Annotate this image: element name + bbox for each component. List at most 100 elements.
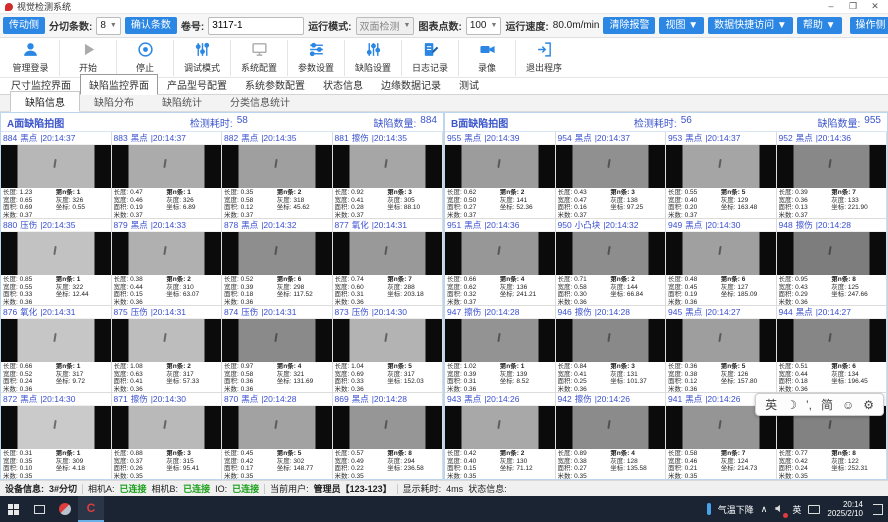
defect-cell[interactable]: 879黑点|20:14:33 长度: 0.38 宽度: 0.44 面积: 0.1… xyxy=(112,219,223,306)
defect-cell[interactable]: 953黑点|20:14:37 长度: 0.55 宽度: 0.40 面积: 0.2… xyxy=(666,132,777,219)
length-label: 长度: xyxy=(668,450,683,457)
coord-label: 坐标: xyxy=(56,204,71,211)
system-config-button[interactable]: 系统配置 xyxy=(230,40,287,76)
start-button[interactable]: 开始 xyxy=(59,40,116,76)
defect-cell[interactable]: 950小凸块|20:14:32 长度: 0.71 宽度: 0.58 面积: 0.… xyxy=(556,219,667,306)
start-button[interactable] xyxy=(0,496,26,522)
close-button[interactable]: ✕ xyxy=(864,0,886,13)
maximize-button[interactable]: ❐ xyxy=(842,0,864,13)
width-label: 宽度: xyxy=(3,284,18,291)
gray-value: 318 xyxy=(293,197,304,204)
defect-cell[interactable]: 871擦伤|20:14:30 长度: 0.88 宽度: 0.37 面积: 0.2… xyxy=(112,393,223,480)
stop-button[interactable]: 停止 xyxy=(116,40,173,76)
admin-login-button[interactable]: 管理登录 xyxy=(2,40,59,76)
meter-value: 0.35 xyxy=(685,473,698,480)
defect-cell[interactable]: 955黑点|20:14:39 长度: 0.62 宽度: 0.50 面积: 0.2… xyxy=(445,132,556,219)
defect-cell[interactable]: 943黑点|20:14:26 长度: 0.42 宽度: 0.40 面积: 0.1… xyxy=(445,393,556,480)
confirm-strips-button[interactable]: 确认条数 xyxy=(125,17,177,34)
defect-cell[interactable]: 945黑点|20:14:27 长度: 0.36 宽度: 0.38 面积: 0.1… xyxy=(666,306,777,393)
strip-value: 2 xyxy=(187,276,191,283)
gray-value: 294 xyxy=(404,458,415,465)
view-menu-button[interactable]: 视图 ▼ xyxy=(659,17,704,34)
strip-value: 6 xyxy=(298,276,302,283)
defect-cell[interactable]: 878黑点|20:14:32 长度: 0.52 宽度: 0.39 面积: 0.1… xyxy=(222,219,333,306)
defect-cell[interactable]: 884黑点|20:14:37 长度: 1.23 宽度: 0.65 面积: 0.6… xyxy=(1,132,112,219)
subtab-defect-distribution[interactable]: 缺陷分布 xyxy=(80,92,148,111)
ime-settings-gear-icon[interactable]: ⚙ xyxy=(863,398,874,412)
chart-points-select[interactable]: 100▼ xyxy=(466,17,502,35)
data-access-menu-button[interactable]: 数据快捷访问 ▼ xyxy=(708,17,793,34)
tab-status-info[interactable]: 状态信息 xyxy=(314,74,372,94)
defect-cell[interactable]: 873压伤|20:14:30 长度: 1.04 宽度: 0.69 面积: 0.3… xyxy=(333,306,444,393)
width-value: 0.46 xyxy=(685,458,698,465)
gray-value: 125 xyxy=(848,284,859,291)
defect-cell[interactable]: 874压伤|20:14:31 长度: 0.97 宽度: 0.58 面积: 0.3… xyxy=(222,306,333,393)
defect-cell[interactable]: 944黑点|20:14:27 长度: 0.51 宽度: 0.44 面积: 0.1… xyxy=(777,306,888,393)
detection-app-button[interactable]: C xyxy=(78,496,104,522)
defect-cell[interactable]: 875压伤|20:14:31 长度: 1.08 宽度: 0.63 面积: 0.4… xyxy=(112,306,223,393)
tab-system-params[interactable]: 系统参数配置 xyxy=(236,74,314,94)
strip-value: 8 xyxy=(852,450,856,457)
ime-punctuation-toggle[interactable]: ’, xyxy=(806,398,812,412)
log-button[interactable]: 日志记录 xyxy=(401,40,458,76)
subtab-class-stats[interactable]: 分类信息统计 xyxy=(216,92,304,111)
subtab-defect-info[interactable]: 缺陷信息 xyxy=(10,91,80,112)
defect-settings-button[interactable]: 缺陷设置 xyxy=(344,40,401,76)
defect-cell[interactable]: 872黑点|20:14:30 长度: 0.31 宽度: 0.35 面积: 0.1… xyxy=(1,393,112,480)
meter-label: 米数: xyxy=(558,212,573,219)
defect-cell[interactable]: 951黑点|20:14:36 长度: 0.66 宽度: 0.62 面积: 0.3… xyxy=(445,219,556,306)
tab-test[interactable]: 测试 xyxy=(450,74,488,94)
defect-cell[interactable]: 881擦伤|20:14:35 长度: 0.92 宽度: 0.41 面积: 0.2… xyxy=(333,132,444,219)
defect-cell-title: 878黑点|20:14:32 xyxy=(222,219,332,232)
defect-cell[interactable]: 949黑点|20:14:30 长度: 0.48 宽度: 0.45 面积: 0.1… xyxy=(666,219,777,306)
debug-mode-button[interactable]: 调试模式 xyxy=(173,40,230,76)
record-button[interactable]: 录像 xyxy=(458,40,515,76)
defect-cell[interactable]: 880压伤|20:14:35 长度: 0.85 宽度: 0.55 面积: 0.3… xyxy=(1,219,112,306)
ime-simplified-toggle[interactable]: 简 xyxy=(821,396,833,413)
param-settings-button[interactable]: 参数设置 xyxy=(287,40,344,76)
defect-cell[interactable]: 952黑点|20:14:36 长度: 0.39 宽度: 0.36 面积: 0.1… xyxy=(777,132,888,219)
defect-cell[interactable]: 947擦伤|20:14:28 长度: 1.02 宽度: 0.39 面积: 0.3… xyxy=(445,306,556,393)
weather-text[interactable]: 气温下降 xyxy=(718,503,754,516)
operator-side-button[interactable]: 操作侧 xyxy=(850,17,888,34)
volume-icon[interactable] xyxy=(774,503,785,516)
defect-cell[interactable]: 869黑点|20:14:28 长度: 0.57 宽度: 0.49 面积: 0.2… xyxy=(333,393,444,480)
defect-mark xyxy=(274,420,277,429)
exit-button[interactable]: 退出程序 xyxy=(515,40,572,76)
defect-cell-title: 877氧化|20:14:31 xyxy=(333,219,443,232)
defect-id: 880 xyxy=(3,220,17,230)
tab-edge-data[interactable]: 边缘数据记录 xyxy=(372,74,450,94)
ime-language-indicator[interactable]: 英 xyxy=(792,503,801,516)
clear-alarm-button[interactable]: 清除报警 xyxy=(603,17,655,34)
gray-label: 灰度: xyxy=(831,371,846,378)
gray-label: 灰度: xyxy=(277,284,292,291)
keyboard-icon[interactable] xyxy=(808,505,820,514)
defect-cell[interactable]: 877氧化|20:14:31 长度: 0.74 宽度: 0.60 面积: 0.3… xyxy=(333,219,444,306)
defect-cell[interactable]: 883黑点|20:14:37 长度: 0.47 宽度: 0.46 面积: 0.1… xyxy=(112,132,223,219)
ime-lang-toggle[interactable]: 英 xyxy=(765,396,777,413)
defect-type: 氧化 xyxy=(20,307,37,317)
action-center-icon[interactable] xyxy=(873,504,883,515)
input-app-button[interactable] xyxy=(52,496,78,522)
defect-type: 黑点 xyxy=(796,307,813,317)
defect-cell[interactable]: 946擦伤|20:14:28 长度: 0.84 宽度: 0.41 面积: 0.2… xyxy=(556,306,667,393)
defect-cell[interactable]: 942擦伤|20:14:26 长度: 0.89 宽度: 0.38 面积: 0.2… xyxy=(556,393,667,480)
minimize-button[interactable]: – xyxy=(820,0,842,13)
defect-cell[interactable]: 870黑点|20:14:28 长度: 0.45 宽度: 0.42 面积: 0.1… xyxy=(222,393,333,480)
roll-number-input[interactable] xyxy=(208,17,304,35)
ime-emoji-icon[interactable]: ☺ xyxy=(842,398,854,412)
defect-cell[interactable]: 948擦伤|20:14:28 长度: 0.95 宽度: 0.43 面积: 0.2… xyxy=(777,219,888,306)
drive-side-button[interactable]: 传动侧 xyxy=(3,17,45,34)
defect-cell[interactable]: 882黑点|20:14:35 长度: 0.35 宽度: 0.58 面积: 0.1… xyxy=(222,132,333,219)
strip-count-select[interactable]: 8▼ xyxy=(96,17,121,35)
subtab-defect-stats[interactable]: 缺陷统计 xyxy=(148,92,216,111)
ime-halfwidth-moon-icon[interactable]: ☽ xyxy=(786,398,797,412)
task-view-button[interactable] xyxy=(26,496,52,522)
tab-product-config[interactable]: 产品型号配置 xyxy=(158,74,236,94)
clock[interactable]: 20:14 2025/2/10 xyxy=(827,500,863,518)
tray-expand-arrow[interactable]: ∧ xyxy=(761,504,768,515)
defect-cell[interactable]: 876氧化|20:14:31 长度: 0.66 宽度: 0.52 面积: 0.2… xyxy=(1,306,112,393)
help-menu-button[interactable]: 帮助 ▼ xyxy=(797,17,842,34)
run-mode-select[interactable]: 双面检测▼ xyxy=(356,17,415,35)
defect-cell[interactable]: 954黑点|20:14:37 长度: 0.43 宽度: 0.47 面积: 0.1… xyxy=(556,132,667,219)
